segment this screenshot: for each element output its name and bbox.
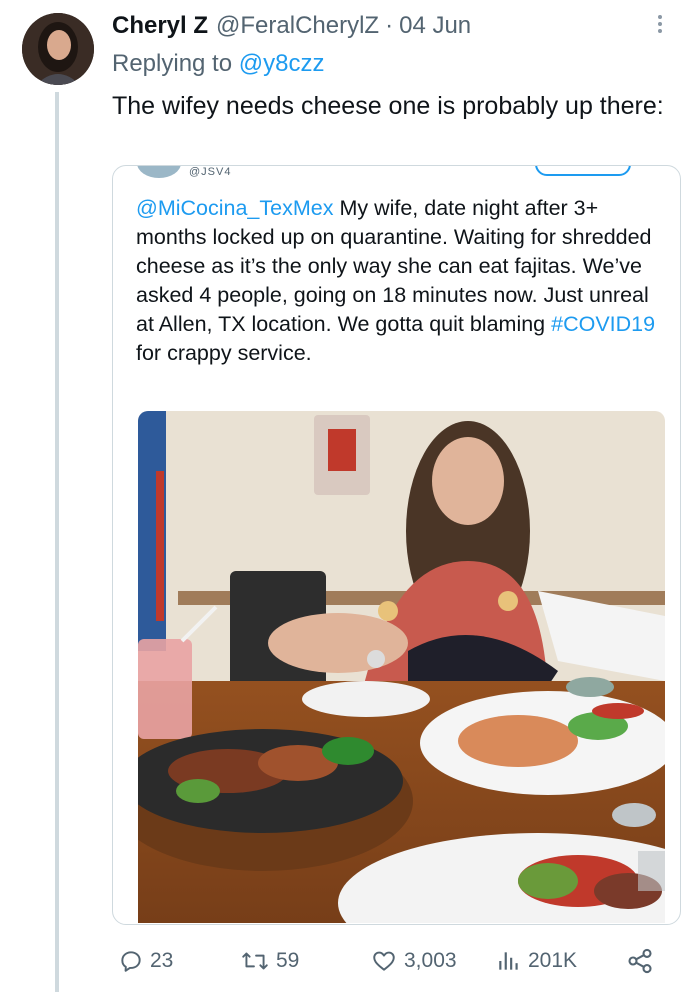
- like-button[interactable]: 3,003: [370, 944, 457, 978]
- like-count: 3,003: [404, 949, 457, 972]
- avatar-photo: [22, 13, 94, 85]
- quoted-tweet-card[interactable]: @JSV4 @MiCocina_TexMex My wife, date nig…: [112, 165, 681, 925]
- tweet-date[interactable]: 04 Jun: [399, 12, 471, 40]
- replying-to: Replying to @y8czz: [112, 50, 324, 78]
- display-name[interactable]: Cheryl Z: [112, 12, 208, 40]
- like-icon: [373, 951, 395, 971]
- quoted-partial-handle: @JSV4: [189, 166, 232, 178]
- more-icon[interactable]: [650, 12, 670, 40]
- quoted-text-part2: for crappy service.: [136, 341, 312, 365]
- retweet-button[interactable]: 59: [240, 944, 299, 978]
- retweet-count: 59: [276, 949, 300, 972]
- share-icon: [628, 948, 652, 974]
- tweet-text: The wifey needs cheese one is probably u…: [112, 92, 664, 120]
- tweet-header: Cheryl Z @FeralCherylZ · 04 Jun: [112, 10, 672, 42]
- quoted-follow-button: [535, 166, 631, 176]
- restaurant-photo: [138, 411, 665, 923]
- thread-line: [55, 92, 59, 992]
- views-button[interactable]: 201K: [496, 944, 577, 978]
- retweet-icon: [242, 952, 268, 970]
- separator-dot: ·: [385, 12, 394, 39]
- quoted-text: @MiCocina_TexMex My wife, date night aft…: [136, 194, 666, 368]
- replying-prefix: Replying to: [112, 50, 233, 77]
- reply-icon: [121, 951, 141, 972]
- share-button[interactable]: [626, 944, 660, 978]
- views-count: 201K: [528, 949, 578, 972]
- action-bar: 23 59 3,003 201K: [112, 944, 672, 978]
- quoted-hashtag[interactable]: #COVID19: [551, 312, 655, 336]
- quoted-photo[interactable]: [138, 411, 665, 923]
- reply-count: 23: [150, 949, 174, 972]
- replying-to-mention[interactable]: @y8czz: [239, 50, 325, 77]
- quoted-mention[interactable]: @MiCocina_TexMex: [136, 196, 333, 220]
- reply-button[interactable]: 23: [118, 944, 173, 978]
- avatar[interactable]: [22, 13, 94, 85]
- user-handle[interactable]: @FeralCherylZ: [216, 12, 379, 40]
- views-icon: [499, 952, 518, 970]
- quoted-avatar: [137, 166, 181, 178]
- quoted-card-top: @JSV4: [113, 166, 680, 188]
